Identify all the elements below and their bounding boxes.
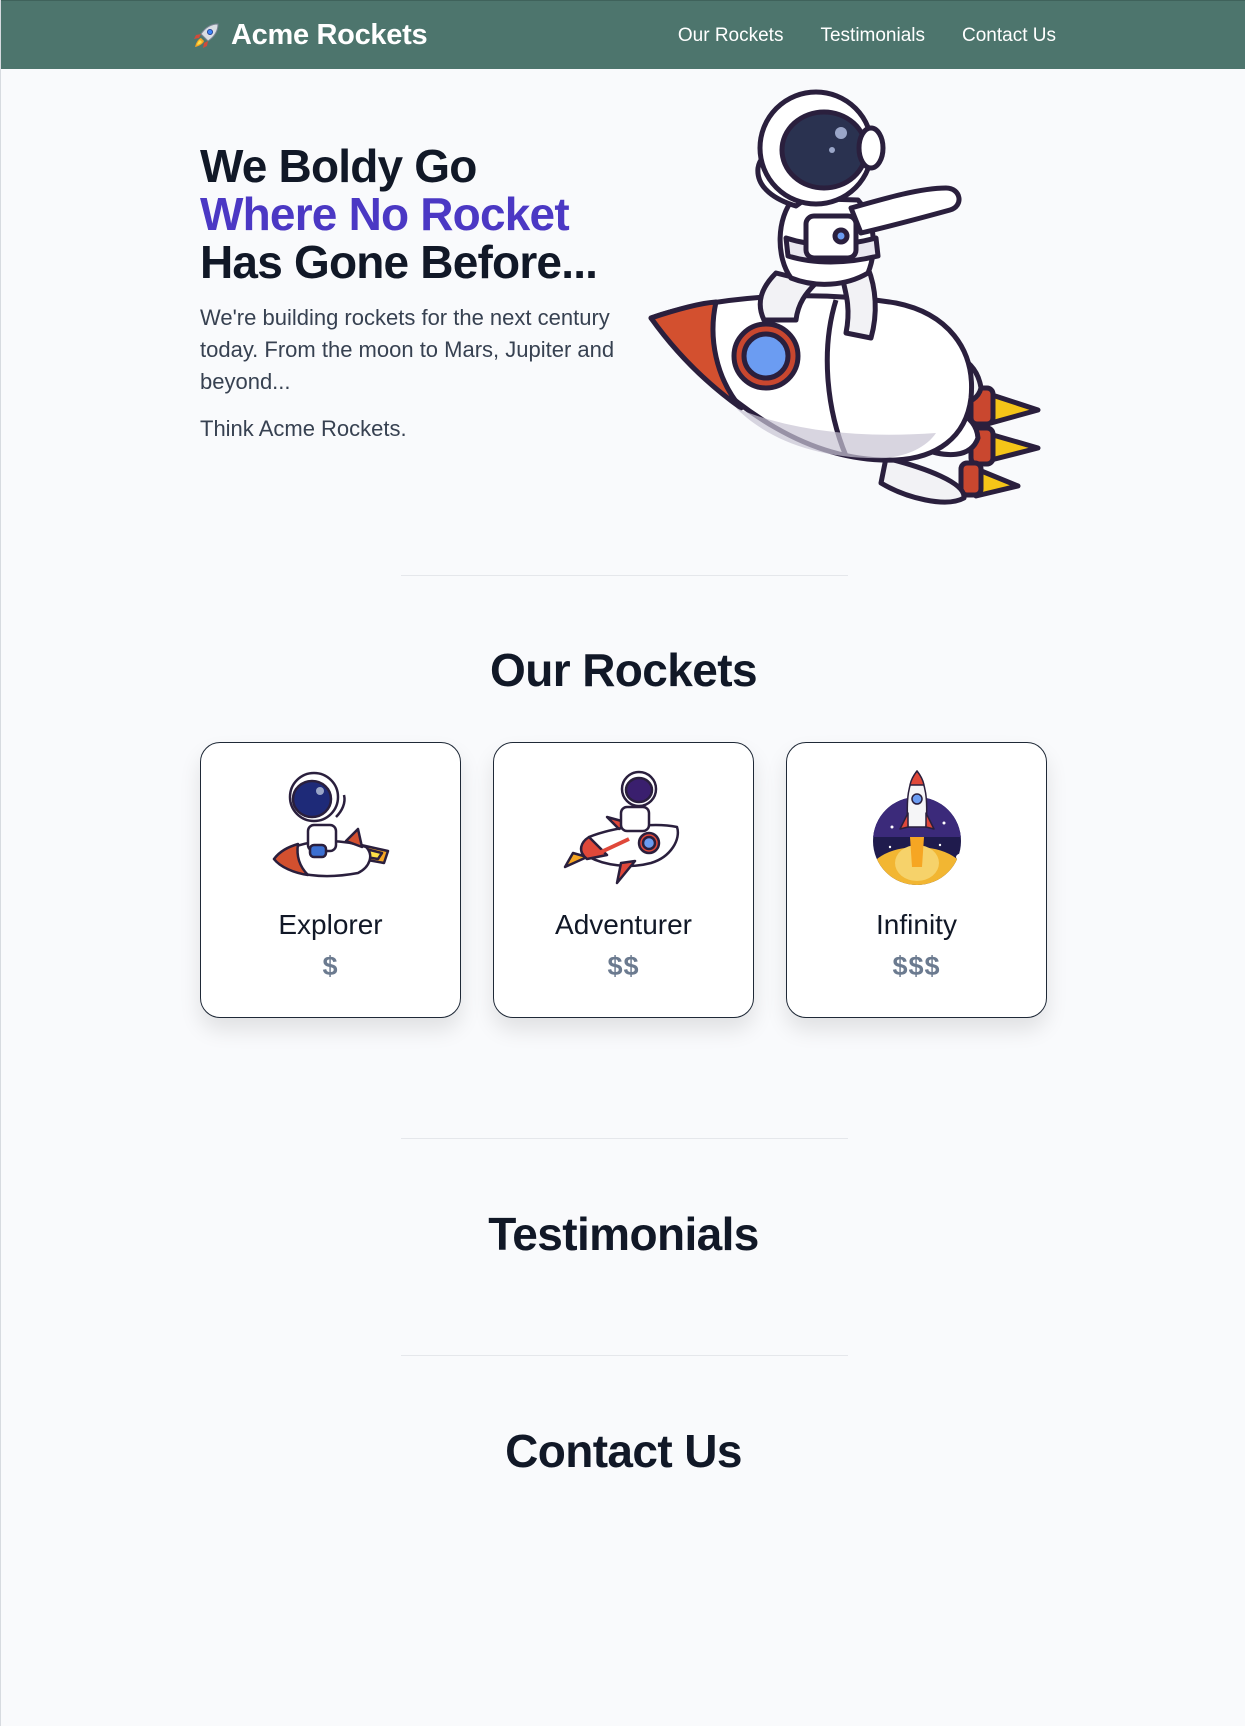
page: Acme Rockets Our Rockets Testimonials Co…: [0, 0, 1245, 1726]
section-divider: [401, 1355, 848, 1356]
brand-name: Acme Rockets: [231, 19, 428, 51]
rocket-price: $: [322, 951, 339, 981]
section-divider: [401, 1138, 848, 1139]
rocket-price: $$$: [892, 951, 941, 981]
hero-title-accent: Where No Rocket: [200, 188, 570, 240]
rocket-card-explorer[interactable]: Explorer $: [200, 742, 461, 1018]
rocket-card-adventurer[interactable]: Adventurer $$: [493, 742, 754, 1018]
nav-item: Our Rockets: [678, 25, 784, 47]
astronaut-on-red-rocket-icon: [559, 767, 689, 887]
hero-section: We Boldy Go Where No Rocket Has Gone Bef…: [200, 142, 640, 445]
rocket-cards: Explorer $ Adventurer $$ Infinity $$$: [200, 742, 1047, 1018]
hero-title-line3: Has Gone Before...: [200, 236, 598, 288]
astronaut-rocket-illustration: [646, 88, 1046, 508]
rocket-card-infinity[interactable]: Infinity $$$: [786, 742, 1047, 1018]
rocket-name: Adventurer: [555, 909, 692, 940]
rocket-price: $$: [607, 951, 640, 981]
nav-item: Testimonials: [820, 25, 925, 47]
rocket-name: Infinity: [876, 909, 957, 940]
brand-link[interactable]: Acme Rockets: [191, 1, 428, 70]
testimonials-title: Testimonials: [488, 1208, 759, 1260]
hero-title: We Boldy Go Where No Rocket Has Gone Bef…: [200, 142, 640, 286]
section-divider: [401, 575, 848, 576]
hero-description: We're building rockets for the next cent…: [200, 305, 615, 394]
rocket-icon: [191, 21, 221, 51]
hero-title-line1: We Boldy Go: [200, 140, 477, 192]
hero-tagline: Think Acme Rockets.: [200, 416, 407, 441]
nav-link-testimonials[interactable]: Testimonials: [820, 25, 925, 46]
rocket-launch-icon: [852, 767, 982, 887]
nav-item: Contact Us: [962, 25, 1056, 47]
astronaut-riding-rocket-icon: [266, 767, 396, 887]
contact-us-title: Contact Us: [505, 1425, 742, 1477]
our-rockets-title: Our Rockets: [490, 644, 758, 696]
nav-links: Our Rockets Testimonials Contact Us: [678, 1, 1056, 70]
rocket-name: Explorer: [278, 909, 383, 940]
nav-link-contact-us[interactable]: Contact Us: [962, 25, 1056, 46]
nav-link-our-rockets[interactable]: Our Rockets: [678, 25, 784, 46]
navbar: Acme Rockets Our Rockets Testimonials Co…: [1, 0, 1245, 69]
